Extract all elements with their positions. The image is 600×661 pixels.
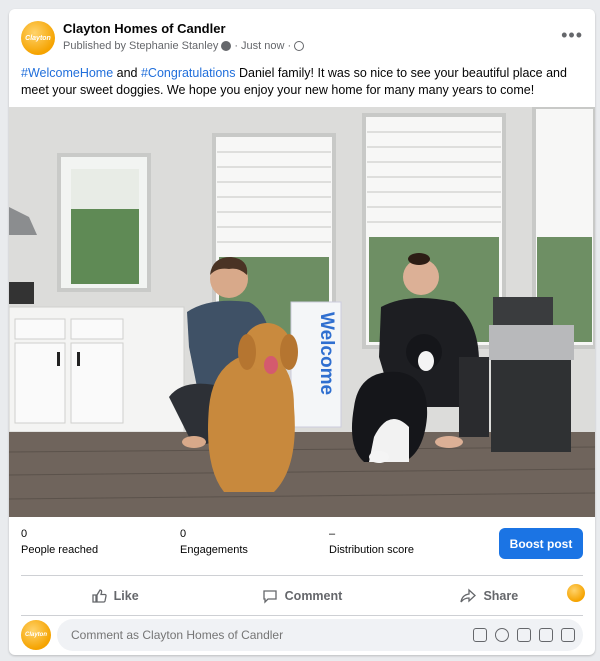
actor-switcher-avatar[interactable] xyxy=(567,584,585,602)
meta-separator: · xyxy=(234,40,239,52)
people-reached-value: 0 xyxy=(21,528,28,540)
engagements-value: 0 xyxy=(180,528,187,540)
camera-icon[interactable] xyxy=(517,628,531,642)
emoji-icon[interactable] xyxy=(495,628,509,642)
post-card: Clayton Clayton Homes of Candler Publish… xyxy=(9,9,595,655)
hashtag-welcomehome[interactable]: #WelcomeHome xyxy=(21,66,113,80)
share-icon xyxy=(460,588,477,603)
caption-and: and xyxy=(113,66,141,80)
post-caption: #WelcomeHome and #Congratulations Daniel… xyxy=(21,65,583,99)
comment-tools xyxy=(473,628,575,642)
meta-separator-2: · xyxy=(287,40,292,52)
post-insights: 0 People reached 0 Engagements – Distrib… xyxy=(21,527,583,563)
gif-icon[interactable] xyxy=(539,628,553,642)
commenter-avatar[interactable]: Clayton xyxy=(21,620,51,650)
post-header: Clayton Clayton Homes of Candler Publish… xyxy=(21,19,583,59)
sticker-icon[interactable] xyxy=(561,628,575,642)
post-meta: Published by Stephanie Stanley · Just no… xyxy=(63,40,305,52)
comment-icon xyxy=(263,590,277,604)
people-reached-label: People reached xyxy=(21,544,99,556)
distribution-score-label: Distribution score xyxy=(329,544,414,556)
distribution-score-value: – xyxy=(329,528,336,540)
page-avatar[interactable]: Clayton xyxy=(21,21,55,55)
like-label: Like xyxy=(113,589,139,603)
boost-post-button[interactable]: Boost post xyxy=(499,528,583,559)
divider xyxy=(21,575,583,576)
engagements-label: Engagements xyxy=(180,544,248,556)
post-actions: Like Comment Share xyxy=(21,578,583,614)
thumbs-up-icon xyxy=(92,589,107,603)
comment-button[interactable]: Comment xyxy=(208,588,395,604)
engagements[interactable]: 0 Engagements xyxy=(180,527,248,556)
distribution-score[interactable]: – Distribution score xyxy=(329,527,414,556)
page-name[interactable]: Clayton Homes of Candler xyxy=(63,21,226,36)
like-button[interactable]: Like xyxy=(21,588,208,604)
avatar-sticker-icon[interactable] xyxy=(473,628,487,642)
avatar-logo-text: Clayton xyxy=(25,34,51,42)
published-by[interactable]: Published by Stephanie Stanley xyxy=(63,40,218,52)
comment-label: Comment xyxy=(284,589,343,603)
welcome-sign-text: Welcome xyxy=(316,312,337,395)
more-options-icon[interactable]: ••• xyxy=(561,25,583,46)
comment-composer: Clayton xyxy=(21,619,583,651)
post-photo[interactable]: Welcome xyxy=(9,107,595,517)
info-icon[interactable] xyxy=(221,41,232,51)
people-reached[interactable]: 0 People reached xyxy=(21,527,98,556)
hashtag-congratulations[interactable]: #Congratulations xyxy=(141,66,236,80)
post-time[interactable]: Just now xyxy=(241,40,284,52)
photo-illustration: Welcome xyxy=(9,107,595,517)
divider xyxy=(21,615,583,616)
share-label: Share xyxy=(483,589,519,603)
commenter-avatar-logo-text: Clayton xyxy=(24,632,47,638)
share-button[interactable]: Share xyxy=(396,588,583,604)
globe-icon[interactable] xyxy=(294,41,305,51)
